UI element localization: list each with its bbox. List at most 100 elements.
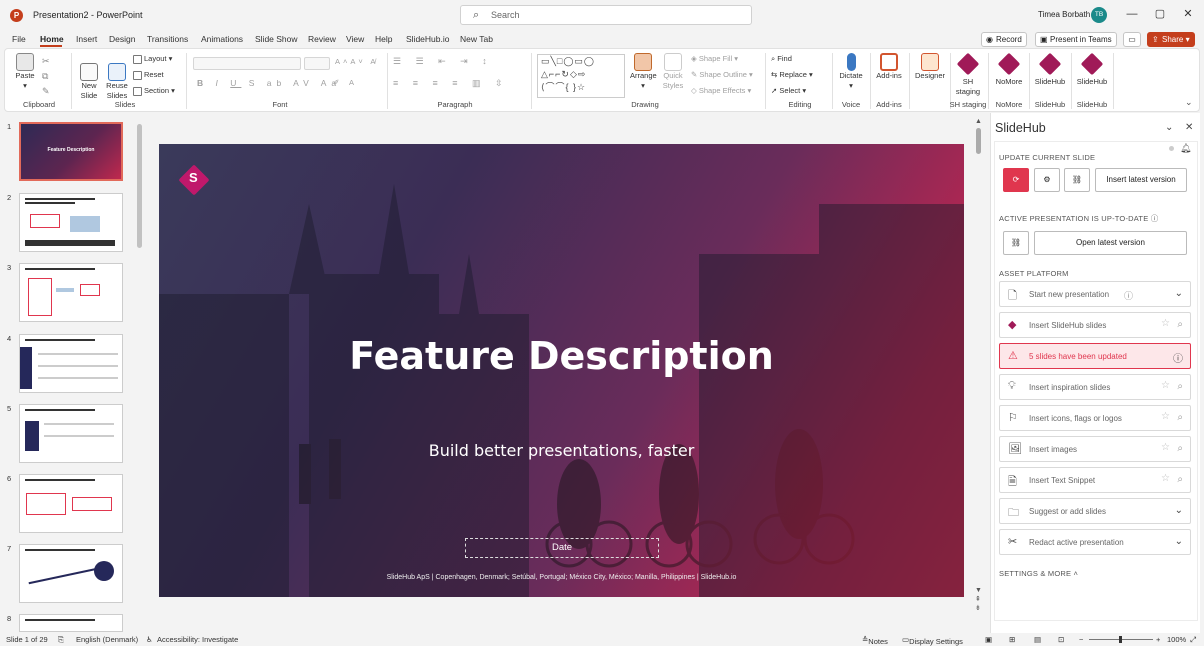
search-icon[interactable]: ⌕: [1177, 443, 1183, 454]
paste-button[interactable]: Paste ▾: [13, 53, 37, 91]
slidehub-button-2[interactable]: SlideHub: [1074, 52, 1110, 87]
thumbnail-scrollbar[interactable]: [137, 124, 142, 248]
slide-thumbnail[interactable]: [19, 614, 123, 632]
chevron-down-icon[interactable]: ⌄: [1175, 288, 1183, 299]
tab-review[interactable]: Review: [308, 34, 336, 44]
sync-button[interactable]: ⟳: [1003, 168, 1029, 192]
slide-thumbnail[interactable]: [19, 474, 123, 533]
select-button[interactable]: ➚ Select ▾: [771, 86, 806, 96]
insert-slidehub-slides-row[interactable]: ◆ Insert SlideHub slides ☆ ⌕: [999, 312, 1191, 338]
record-button[interactable]: ◉ Record: [981, 32, 1027, 47]
slide-title[interactable]: Feature Description: [159, 334, 964, 378]
star-icon[interactable]: ☆: [1161, 442, 1170, 453]
search-icon[interactable]: ⌕: [1177, 474, 1183, 485]
slidehub-button-1[interactable]: SlideHub: [1032, 52, 1068, 87]
alignment-buttons[interactable]: ≡ ≡ ≡ ≡ ▥ ⇳: [393, 78, 509, 88]
quick-styles-button[interactable]: Quick Styles: [660, 53, 686, 91]
slide-thumbnail[interactable]: [19, 193, 123, 252]
font-size-buttons[interactable]: A˄A˅ A̸: [335, 57, 378, 67]
nomore-button[interactable]: NoMore: [991, 52, 1027, 87]
clipboard-small-icons[interactable]: ✂ ⧉ ✎: [42, 54, 50, 99]
slideshow-view-icon[interactable]: ⊡: [1058, 635, 1064, 644]
shape-outline-button[interactable]: ✎ Shape Outline ▾: [691, 70, 753, 80]
start-new-presentation-row[interactable]: 🗋︎ Start new presentation ⓘ ⌄: [999, 281, 1191, 307]
replace-button[interactable]: ⇆ Replace ▾: [771, 70, 813, 80]
shape-effects-button[interactable]: ◇ Shape Effects ▾: [691, 86, 751, 96]
settings-button[interactable]: ⚙: [1034, 168, 1060, 192]
search-icon[interactable]: ⌕: [1177, 412, 1183, 423]
reset-button[interactable]: Reset: [133, 70, 164, 80]
slides-updated-alert[interactable]: ⚠ 5 slides have been updated ⓘ: [999, 343, 1191, 369]
star-icon[interactable]: ☆: [1161, 318, 1170, 329]
reading-view-icon[interactable]: ▤: [1034, 635, 1041, 644]
slide-canvas[interactable]: S Feature Description Build better prese…: [159, 144, 964, 597]
slide-subtitle[interactable]: Build better presentations, faster: [159, 441, 964, 460]
slide-thumbnail[interactable]: [19, 544, 123, 603]
layout-button[interactable]: Layout ▾: [133, 54, 172, 64]
search-icon[interactable]: ⌕: [1177, 381, 1183, 392]
insert-text-snippet-row[interactable]: 🗎︎ Insert Text Snippet ☆ ⌕: [999, 467, 1191, 493]
notes-button[interactable]: ≙ Notes: [862, 635, 888, 646]
section-button[interactable]: Section ▾: [133, 86, 175, 96]
insert-images-row[interactable]: 🖼︎ Insert images ☆ ⌕: [999, 436, 1191, 462]
scroll-up-icon[interactable]: ▲: [975, 118, 982, 125]
unlink-presentation-button[interactable]: ⛓: [1003, 231, 1029, 255]
zoom-out-icon[interactable]: −: [1079, 635, 1083, 644]
sh-staging-button[interactable]: SH staging: [953, 52, 983, 97]
accessibility-status[interactable]: Accessibility: Investigate: [157, 635, 238, 644]
slide-footer[interactable]: SlideHub ApS | Copenhagen, Denmark; Setú…: [159, 574, 964, 581]
tab-help[interactable]: Help: [375, 34, 392, 44]
insert-inspiration-slides-row[interactable]: 💡︎ Insert inspiration slides ☆ ⌕: [999, 374, 1191, 400]
designer-button[interactable]: Designer: [913, 53, 947, 81]
tab-slide-show[interactable]: Slide Show: [255, 34, 298, 44]
share-button[interactable]: ⇪ Share ▾: [1147, 32, 1195, 47]
spelling-icon[interactable]: ⎘: [58, 635, 64, 645]
reuse-slides-button[interactable]: Reuse Slides: [105, 53, 129, 101]
maximize-button[interactable]: ▢: [1153, 7, 1167, 21]
slide-sorter-icon[interactable]: ⊞: [1009, 635, 1015, 644]
search-box[interactable]: ⌕ Search: [460, 5, 752, 25]
font-size-select[interactable]: [304, 57, 330, 70]
slide-scrollbar[interactable]: ▲ ▼ ⇞ ⇟: [975, 118, 983, 623]
tab-animations[interactable]: Animations: [201, 34, 243, 44]
font-color-buttons[interactable]: ✐ A: [333, 78, 358, 88]
present-in-teams-button[interactable]: ▣ Present in Teams: [1035, 32, 1117, 47]
close-icon[interactable]: ✕: [1185, 122, 1193, 133]
tab-transitions[interactable]: Transitions: [147, 34, 188, 44]
language-indicator[interactable]: English (Denmark): [76, 635, 138, 644]
arrange-button[interactable]: Arrange ▾: [630, 53, 657, 91]
info-icon[interactable]: ⓘ: [1151, 214, 1159, 223]
zoom-in-icon[interactable]: +: [1156, 635, 1160, 644]
collapse-ribbon-chevron-icon[interactable]: ⌄: [1185, 97, 1193, 108]
tab-home[interactable]: Home: [40, 34, 64, 44]
search-icon[interactable]: ⌕: [1177, 319, 1183, 330]
date-placeholder[interactable]: Date: [465, 538, 659, 558]
slide-thumbnail[interactable]: [19, 334, 123, 393]
tab-design[interactable]: Design: [109, 34, 135, 44]
find-button[interactable]: ⌕ Find: [771, 54, 792, 64]
unlink-button[interactable]: ⛓: [1064, 168, 1090, 192]
new-slide-button[interactable]: New Slide: [77, 53, 101, 101]
suggest-or-add-slides-row[interactable]: 🗀︎ Suggest or add slides ⌄: [999, 498, 1191, 524]
tab-insert[interactable]: Insert: [76, 34, 97, 44]
chevron-down-icon[interactable]: ⌄: [1165, 122, 1173, 133]
chevron-down-icon[interactable]: ⌄: [1175, 536, 1183, 547]
tab-file[interactable]: File: [12, 34, 26, 44]
shapes-gallery[interactable]: ▭╲□◯▭◯ △⌐⌐↻◇⇨ ⟨⌒⌒{ }☆: [537, 54, 625, 98]
dictate-button[interactable]: Dictate ▾: [837, 53, 865, 91]
tab-slidehub-io[interactable]: SlideHub.io: [406, 34, 449, 44]
powerpoint-app-icon[interactable]: P: [10, 9, 23, 22]
slide-thumbnail[interactable]: [19, 404, 123, 463]
zoom-slider-thumb[interactable]: [1119, 636, 1122, 643]
info-icon[interactable]: ⓘ: [1124, 289, 1133, 302]
user-name[interactable]: Timea Borbath: [1038, 10, 1090, 19]
bell-icon[interactable]: 🔔︎: [1180, 143, 1191, 154]
fit-to-window-icon[interactable]: ⤢: [1190, 635, 1196, 645]
scroll-page-icons[interactable]: ▼ ⇞ ⇟: [975, 586, 982, 613]
minimize-button[interactable]: —: [1125, 7, 1139, 21]
redact-active-presentation-row[interactable]: ✂ Redact active presentation ⌄: [999, 529, 1191, 555]
star-icon[interactable]: ☆: [1161, 411, 1170, 422]
tab-view[interactable]: View: [346, 34, 364, 44]
font-format-buttons[interactable]: B I U S ab AV Aa: [197, 78, 341, 88]
comments-button[interactable]: ▭: [1123, 32, 1141, 47]
